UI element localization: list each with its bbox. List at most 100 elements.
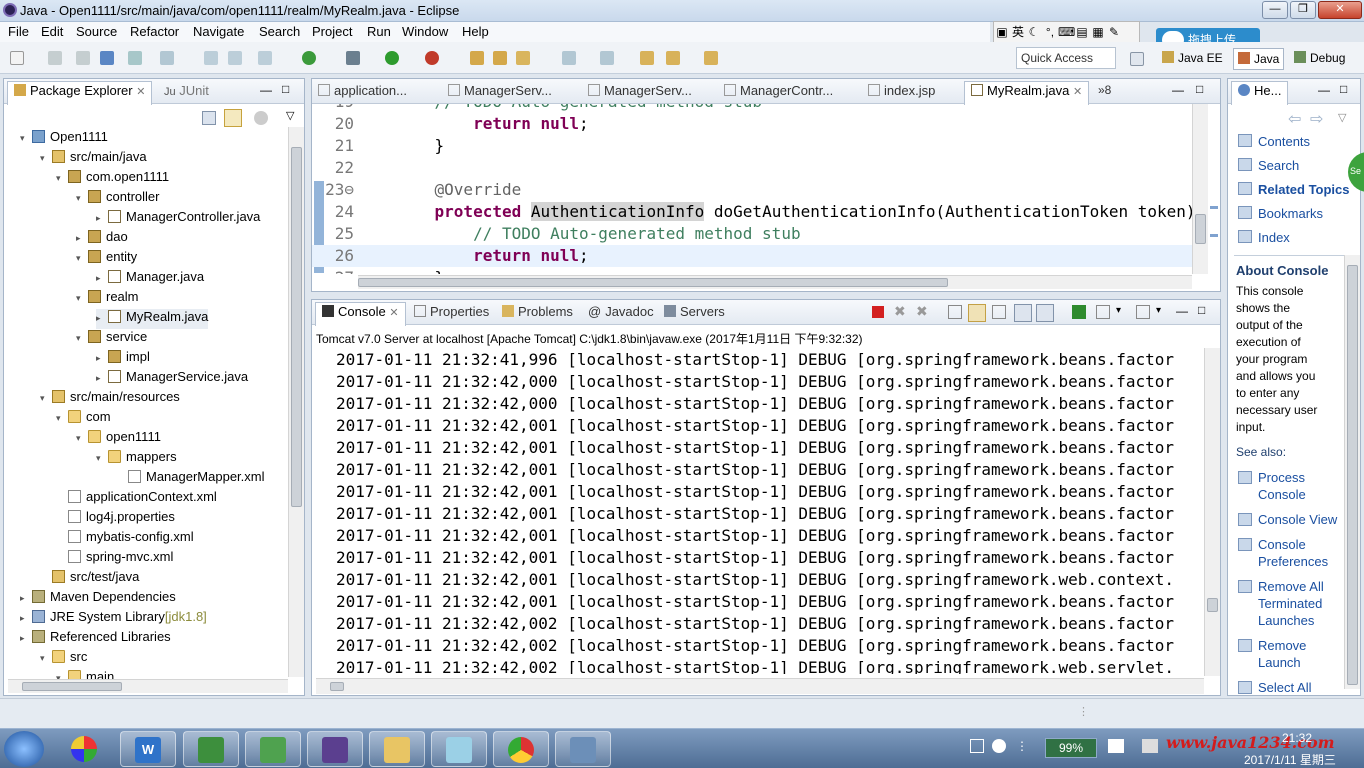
expanded-twisty-icon[interactable]: ▾: [96, 453, 108, 464]
start-button[interactable]: [4, 731, 44, 767]
tree-item[interactable]: ▸ ManagerController.java: [96, 209, 260, 229]
print-icon[interactable]: [100, 51, 114, 65]
code-line[interactable]: 20 return null;: [312, 113, 1192, 135]
battery-indicator[interactable]: 99%: [1045, 738, 1097, 758]
tree-item[interactable]: ▾ Open1111: [20, 129, 108, 149]
tree-item[interactable]: ▾ realm: [76, 289, 139, 309]
scroll-thumb[interactable]: [1195, 214, 1206, 244]
annotation-icon[interactable]: [562, 51, 576, 65]
tree-item[interactable]: ManagerMapper.xml: [116, 469, 265, 489]
tree-item[interactable]: ▾ entity: [76, 249, 137, 269]
new-java-project-icon[interactable]: [470, 51, 484, 65]
new-icon[interactable]: [10, 51, 24, 65]
scroll-thumb[interactable]: [1347, 265, 1358, 685]
tab-junit[interactable]: Ju JUnit: [164, 83, 209, 103]
open-console-dropdown-icon[interactable]: ▾: [1156, 305, 1161, 316]
ime-grid-icon[interactable]: ▦: [1090, 22, 1106, 42]
back-icon[interactable]: [666, 51, 680, 65]
menu-help[interactable]: Help: [462, 24, 489, 39]
minimize-view-icon[interactable]: —: [1172, 83, 1184, 97]
scroll-thumb[interactable]: [1207, 598, 1218, 612]
menu-file[interactable]: File: [8, 24, 29, 39]
expanded-twisty-icon[interactable]: ▾: [76, 433, 88, 444]
tree-item[interactable]: ▸ dao: [76, 229, 128, 249]
maximize-view-icon[interactable]: □: [1198, 303, 1205, 317]
package-explorer-vscroll[interactable]: [288, 127, 304, 677]
collapsed-twisty-icon[interactable]: ▸: [20, 613, 32, 624]
help-vscroll[interactable]: [1344, 255, 1360, 689]
expanded-twisty-icon[interactable]: ▾: [76, 333, 88, 344]
tree-item[interactable]: ▾ open1111: [76, 429, 161, 449]
open-console-icon[interactable]: [1136, 305, 1150, 319]
close-tab-icon[interactable]: ✕: [1073, 86, 1082, 98]
tree-item[interactable]: ▸ Maven Dependencies: [20, 589, 176, 609]
close-button[interactable]: ✕: [1318, 1, 1362, 19]
console-vscroll[interactable]: [1204, 348, 1220, 676]
open-perspective-icon[interactable]: [1130, 52, 1144, 66]
menu-source[interactable]: Source: [76, 24, 117, 39]
skip-breakpoints-icon[interactable]: [128, 51, 142, 65]
see-also-link[interactable]: Console View: [1258, 511, 1337, 528]
maximize-button[interactable]: ❐: [1290, 1, 1316, 19]
console-output[interactable]: 2017-01-11 21:32:41,996 [localhost-start…: [312, 348, 1202, 674]
tray-time[interactable]: 21:32: [1282, 731, 1312, 745]
help-link-related-topics[interactable]: Related Topics: [1258, 181, 1350, 198]
code-line[interactable]: 23⊖ @Override: [312, 179, 1192, 201]
code-line[interactable]: 19 // TODO Auto-generated method stub: [312, 104, 1192, 113]
console-hscroll[interactable]: [316, 678, 1204, 694]
menu-window[interactable]: Window: [402, 24, 448, 39]
tab-help[interactable]: He...: [1231, 81, 1289, 105]
taskbar-app-explorer[interactable]: [369, 731, 425, 767]
tree-item[interactable]: ▾ service: [76, 329, 147, 349]
tree-item[interactable]: ▸ Manager.java: [96, 269, 204, 289]
tree-item[interactable]: ▾ com: [56, 409, 111, 429]
minimize-button[interactable]: —: [1262, 1, 1288, 19]
tree-item[interactable]: ▾ com.open1111: [56, 169, 169, 189]
scroll-thumb[interactable]: [291, 147, 302, 507]
pin-console-icon[interactable]: [1072, 305, 1086, 319]
taskbar-app-eclipse[interactable]: [307, 731, 363, 767]
more-tabs-button[interactable]: »8: [1098, 83, 1111, 103]
collapsed-twisty-icon[interactable]: ▸: [96, 213, 108, 224]
expanded-twisty-icon[interactable]: ▾: [76, 293, 88, 304]
tree-item[interactable]: ▾ controller: [76, 189, 159, 209]
help-menu-icon[interactable]: ▽: [1338, 111, 1346, 124]
tree-item[interactable]: ▸ Referenced Libraries: [20, 629, 171, 649]
debug-step-icon[interactable]: [160, 51, 174, 65]
help-link-index[interactable]: Index: [1258, 229, 1290, 246]
minimize-view-icon[interactable]: —: [1318, 83, 1330, 97]
show-on-error-icon[interactable]: [1036, 304, 1054, 322]
tray-volume-icon[interactable]: [1142, 739, 1158, 753]
remove-all-icon[interactable]: ✖: [916, 303, 928, 320]
tree-item[interactable]: ▾ mappers: [96, 449, 177, 469]
see-also-link[interactable]: Process Console: [1258, 469, 1306, 503]
see-also-link[interactable]: Select All: [1258, 679, 1311, 696]
code-line[interactable]: 24 protected AuthenticationInfo doGetAut…: [312, 201, 1196, 223]
view-menu-icon[interactable]: ▽: [286, 109, 294, 122]
maximize-view-icon[interactable]: □: [1340, 82, 1347, 96]
taskbar-app-chrome[interactable]: [493, 731, 549, 767]
expanded-twisty-icon[interactable]: ▾: [40, 153, 52, 164]
word-wrap-icon[interactable]: [992, 305, 1006, 319]
link-editor-icon[interactable]: [224, 109, 242, 127]
step-over-icon[interactable]: [204, 51, 218, 65]
tree-item[interactable]: ▸ ManagerService.java: [96, 369, 248, 389]
help-link-bookmarks[interactable]: Bookmarks: [1258, 205, 1323, 222]
debug-icon[interactable]: [346, 51, 360, 65]
scroll-thumb[interactable]: [22, 682, 122, 691]
collapsed-twisty-icon[interactable]: ▸: [96, 273, 108, 284]
maximize-view-icon[interactable]: □: [282, 82, 289, 96]
tree-item[interactable]: ▸ MyRealm.java: [96, 309, 209, 329]
tab-console[interactable]: Console ✕: [315, 302, 406, 326]
last-edit-icon[interactable]: [640, 51, 654, 65]
maximize-view-icon[interactable]: □: [1196, 82, 1203, 96]
editor-tab-application-context[interactable]: application...: [318, 83, 407, 103]
collapsed-twisty-icon[interactable]: ▸: [20, 593, 32, 604]
expanded-twisty-icon[interactable]: ▾: [76, 193, 88, 204]
code-line[interactable]: 22: [312, 157, 1192, 179]
tab-package-explorer[interactable]: Package Explorer ✕: [7, 81, 153, 105]
help-link-contents[interactable]: Contents: [1258, 133, 1310, 150]
taskbar-app-mysql[interactable]: [555, 731, 611, 767]
expanded-twisty-icon[interactable]: ▾: [76, 253, 88, 264]
show-on-output-icon[interactable]: [1014, 304, 1032, 322]
